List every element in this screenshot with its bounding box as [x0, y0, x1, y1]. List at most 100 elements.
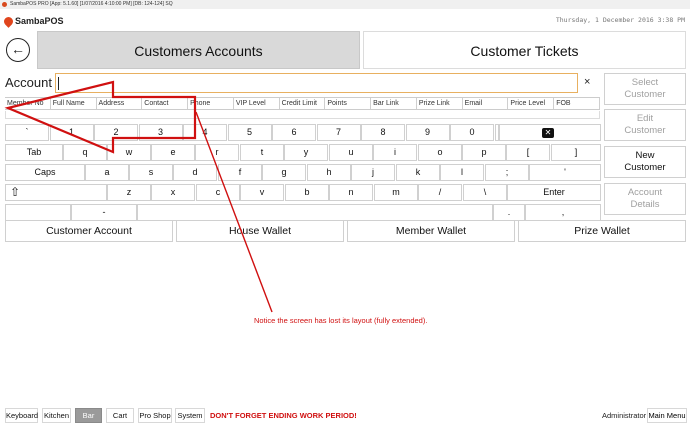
key-row2-9[interactable]: o	[418, 144, 462, 161]
select-customer-label-1: Select	[631, 77, 659, 88]
key-row2-10[interactable]: p	[462, 144, 506, 161]
text-caret	[58, 77, 59, 90]
key-row3-4[interactable]: f	[218, 164, 262, 181]
key-4[interactable]: 4	[183, 124, 227, 141]
tab-customer-tickets[interactable]: Customer Tickets	[363, 31, 686, 69]
customer-grid-body[interactable]	[5, 111, 600, 119]
new-customer-label-2: Customer	[624, 162, 666, 173]
grid-column-header[interactable]: Price Level	[508, 98, 555, 109]
key-row4-3[interactable]: v	[240, 184, 284, 201]
account-details-button[interactable]: Account Details	[604, 183, 686, 215]
backspace-icon: ✕	[541, 128, 555, 138]
new-customer-label-1: New	[635, 150, 655, 161]
key-row3-3[interactable]: d	[173, 164, 217, 181]
current-user: Administrator	[602, 411, 647, 420]
tab-customers-accounts[interactable]: Customers Accounts	[37, 31, 360, 69]
app-icon	[2, 2, 7, 7]
key-row2-11[interactable]: [	[506, 144, 550, 161]
grid-column-header[interactable]: Prize Link	[417, 98, 463, 109]
space-key[interactable]	[137, 204, 493, 221]
key-row2-3[interactable]: e	[151, 144, 195, 161]
key-row4-6[interactable]: m	[374, 184, 418, 201]
key-row3-2[interactable]: s	[129, 164, 173, 181]
key-row3-9[interactable]: l	[440, 164, 484, 181]
grid-column-header[interactable]: Contact	[142, 98, 189, 109]
key-row4-2[interactable]: c	[196, 184, 240, 201]
brand-name: SambaPOS	[15, 16, 64, 26]
key-row3-0[interactable]: Caps	[5, 164, 85, 181]
key-9[interactable]: 9	[405, 124, 450, 141]
key-10[interactable]: 0	[450, 124, 494, 141]
grid-column-header[interactable]: Points	[325, 98, 372, 109]
key-row3-6[interactable]: h	[307, 164, 351, 181]
key-row4-4[interactable]: b	[285, 184, 329, 201]
key-2[interactable]: 2	[94, 124, 138, 141]
key-comma[interactable]: ,	[525, 204, 601, 221]
grid-column-header[interactable]: FOB	[554, 98, 600, 109]
key-row4-0[interactable]: z	[107, 184, 151, 201]
grid-column-header[interactable]: Member No	[5, 98, 51, 109]
grid-column-header[interactable]: Email	[463, 98, 509, 109]
grid-column-header[interactable]: VIP Level	[234, 98, 280, 109]
key-row3-11[interactable]: '	[529, 164, 601, 181]
flame-icon	[2, 15, 15, 28]
footer-tab-pro-shop[interactable]: Pro Shop	[138, 408, 172, 423]
brand-logo: SambaPOS	[2, 14, 64, 28]
key-row3-10[interactable]: ;	[485, 164, 529, 181]
select-customer-button[interactable]: Select Customer	[604, 73, 686, 105]
customer-account-button[interactable]: Customer Account	[5, 220, 173, 242]
key-row3-5[interactable]: g	[262, 164, 306, 181]
keyboard-row: -.,	[5, 204, 601, 221]
footer-tab-bar[interactable]: Bar	[75, 408, 102, 423]
new-customer-button[interactable]: New Customer	[604, 146, 686, 178]
key-row3-8[interactable]: k	[396, 164, 440, 181]
key-6[interactable]: 6	[272, 124, 316, 141]
key-row2-0[interactable]: Tab	[5, 144, 63, 161]
grid-column-header[interactable]: Bar Link	[371, 98, 417, 109]
main-menu-button[interactable]: Main Menu	[647, 408, 687, 423]
back-button[interactable]: ←	[6, 38, 30, 62]
account-search-input[interactable]	[55, 73, 578, 93]
edit-customer-label-2: Customer	[624, 125, 666, 136]
key-7[interactable]: 7	[316, 124, 361, 141]
key-row4-7[interactable]: /	[418, 184, 462, 201]
grid-column-header[interactable]: Address	[97, 98, 143, 109]
footer-tab-keyboard[interactable]: Keyboard	[5, 408, 38, 423]
key-row2-5[interactable]: t	[240, 144, 284, 161]
blank-key-left[interactable]	[5, 204, 71, 221]
house-wallet-button[interactable]: House Wallet	[176, 220, 344, 242]
key-row4-1[interactable]: x	[151, 184, 195, 201]
key-row2-7[interactable]: u	[329, 144, 373, 161]
prize-wallet-button[interactable]: Prize Wallet	[518, 220, 686, 242]
key-0[interactable]: `	[5, 124, 49, 141]
key-minus[interactable]: -	[71, 204, 137, 221]
edit-customer-button[interactable]: Edit Customer	[604, 109, 686, 141]
key-row2-2[interactable]: w	[107, 144, 151, 161]
clear-search-button[interactable]: ×	[584, 76, 590, 88]
footer-tab-cart[interactable]: Cart	[106, 408, 134, 423]
key-row4-5[interactable]: n	[329, 184, 373, 201]
key-row3-7[interactable]: j	[351, 164, 395, 181]
key-1[interactable]: 1	[49, 124, 94, 141]
key-row4-8[interactable]: \	[463, 184, 507, 201]
key-row2-4[interactable]: r	[195, 144, 239, 161]
footer-tab-system[interactable]: System	[175, 408, 205, 423]
shift-key[interactable]: ⇧	[5, 184, 107, 201]
backspace-key[interactable]: ✕	[495, 124, 601, 141]
key-row4-9[interactable]: Enter	[507, 184, 601, 201]
key-row2-12[interactable]: ]	[551, 144, 601, 161]
key-5[interactable]: 5	[227, 124, 272, 141]
spacer[interactable]	[498, 124, 500, 141]
key-period[interactable]: .	[493, 204, 525, 221]
key-row2-6[interactable]: y	[284, 144, 328, 161]
key-row3-1[interactable]: a	[85, 164, 129, 181]
grid-column-header[interactable]: Full Name	[51, 98, 97, 109]
key-row2-8[interactable]: i	[373, 144, 417, 161]
member-wallet-button[interactable]: Member Wallet	[347, 220, 515, 242]
grid-column-header[interactable]: Credit Limit	[280, 98, 326, 109]
grid-column-header[interactable]: Phone	[188, 98, 234, 109]
footer-tab-kitchen[interactable]: Kitchen	[42, 408, 71, 423]
key-row2-1[interactable]: q	[63, 144, 107, 161]
key-3[interactable]: 3	[138, 124, 183, 141]
key-8[interactable]: 8	[361, 124, 405, 141]
